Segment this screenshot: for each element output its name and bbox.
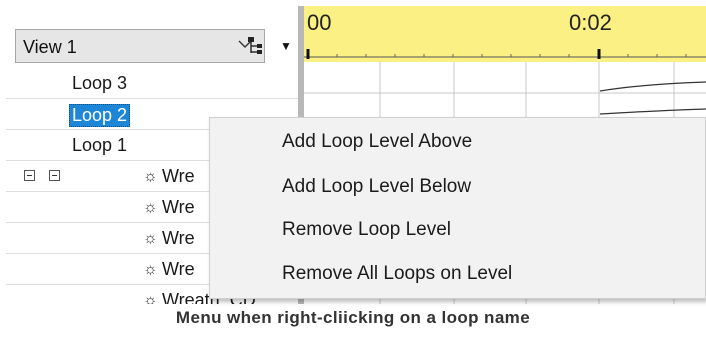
- context-menu: Add Loop Level Above Add Loop Level Belo…: [209, 117, 706, 299]
- menu-item-remove-all-loops-on-level[interactable]: Remove All Loops on Level: [282, 263, 512, 285]
- tree-row-loop-3[interactable]: Loop 3: [6, 68, 301, 99]
- gear-icon: ☼: [143, 261, 158, 278]
- wreath-label: Wre: [162, 197, 195, 217]
- wreath-label: Wre: [162, 166, 195, 186]
- wreath-label: Wre: [162, 228, 195, 248]
- timeline-ruler[interactable]: 00 0:02: [304, 6, 706, 62]
- loop-name[interactable]: Loop 1: [72, 135, 127, 156]
- loop-name[interactable]: Loop 3: [72, 73, 127, 94]
- gear-icon: ☼: [143, 230, 158, 247]
- loop-name-selected[interactable]: Loop 2: [69, 104, 131, 127]
- menu-item-remove-loop-level[interactable]: Remove Loop Level: [282, 219, 451, 241]
- collapse-icon[interactable]: [49, 170, 60, 181]
- gear-icon: ☼: [143, 199, 158, 216]
- gear-icon: ☼: [143, 292, 158, 304]
- tree-options-dropdown-icon[interactable]: ▼: [280, 39, 292, 53]
- figure-caption: Menu when right-cliicking on a loop name: [175, 308, 531, 327]
- menu-item-add-loop-level-below[interactable]: Add Loop Level Below: [282, 176, 471, 198]
- tree-view-icon[interactable]: [246, 34, 266, 56]
- view-dropdown[interactable]: View 1: [15, 29, 265, 63]
- view-dropdown-value: View 1: [23, 37, 77, 57]
- menu-item-add-loop-level-above[interactable]: Add Loop Level Above: [282, 131, 472, 153]
- wreath-label: Wre: [162, 259, 195, 279]
- ruler-ticks: [304, 49, 706, 59]
- gear-icon: ☼: [143, 168, 158, 185]
- collapse-icon[interactable]: [24, 170, 35, 181]
